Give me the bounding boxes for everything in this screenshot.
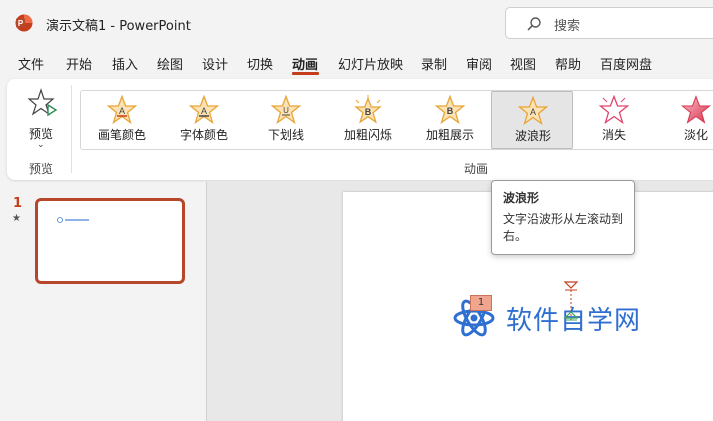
group-divider bbox=[71, 85, 72, 173]
search-box[interactable]: 搜索 bbox=[505, 7, 713, 39]
slide-thumbnail[interactable] bbox=[35, 198, 185, 284]
search-icon bbox=[527, 17, 541, 31]
tab-review[interactable]: 审阅 bbox=[466, 54, 492, 73]
tab-file[interactable]: 文件 bbox=[18, 54, 44, 73]
tab-record[interactable]: 录制 bbox=[421, 54, 447, 73]
chevron-down-icon[interactable]: ⌄ bbox=[37, 140, 45, 150]
motion-path-marker-icon bbox=[563, 281, 579, 321]
fade-star-icon bbox=[681, 95, 711, 124]
animation-label: 加粗展示 bbox=[425, 128, 474, 142]
disappear-star-icon bbox=[599, 95, 629, 125]
animation-group-label: 动画 bbox=[464, 162, 489, 176]
animation-bold-flash[interactable]: B 加粗闪烁 bbox=[327, 91, 409, 149]
svg-text:A: A bbox=[530, 107, 536, 117]
svg-text:A: A bbox=[119, 106, 125, 116]
tab-draw[interactable]: 绘图 bbox=[157, 54, 183, 73]
svg-text:U: U bbox=[283, 106, 289, 115]
tab-insert[interactable]: 插入 bbox=[112, 54, 138, 73]
tooltip-description: 文字沿波形从左滚动到右。 bbox=[503, 212, 624, 243]
svg-text:A: A bbox=[201, 106, 207, 116]
animation-font-color[interactable]: A 字体颜色 bbox=[163, 91, 245, 149]
animation-order-tag[interactable]: 1 bbox=[470, 295, 492, 311]
animation-label: 字体颜色 bbox=[179, 128, 228, 142]
animation-pen-color[interactable]: A 画笔颜色 bbox=[81, 91, 163, 149]
ribbon-tabs: 文件 开始 插入 绘图 设计 切换 动画 幻灯片放映 录制 审阅 视图 帮助 百… bbox=[0, 50, 713, 76]
slide-number: 1 bbox=[13, 196, 23, 211]
tab-transitions[interactable]: 切换 bbox=[247, 54, 273, 73]
animation-label: 淡化 bbox=[683, 128, 708, 142]
bold-reveal-star-icon: B bbox=[435, 95, 465, 125]
preview-group-label: 预览 bbox=[29, 162, 54, 176]
document-title: 演示文稿1 - PowerPoint bbox=[46, 19, 191, 34]
slide-thumbnail-pane: 1 ★ bbox=[0, 182, 206, 421]
thumbnail-logo-icon bbox=[57, 217, 89, 223]
animation-gallery: A 画笔颜色 A 字体颜色 U 下划线 B 加粗闪烁 B 加粗展示 A 波浪形 … bbox=[80, 90, 713, 150]
animation-tooltip: 波浪形 文字沿波形从左滚动到右。 bbox=[491, 180, 635, 255]
bold-flash-star-icon: B bbox=[354, 95, 382, 124]
svg-text:B: B bbox=[365, 107, 372, 117]
svg-text:B: B bbox=[447, 106, 454, 116]
tab-home[interactable]: 开始 bbox=[66, 54, 92, 73]
tab-animations[interactable]: 动画 bbox=[292, 54, 318, 73]
title-bar: P 演示文稿1 - PowerPoint 搜索 bbox=[0, 0, 713, 46]
animation-underline[interactable]: U 下划线 bbox=[245, 91, 327, 149]
animation-star-icon: ★ bbox=[12, 213, 21, 224]
preview-button[interactable]: 预览 ⌄ bbox=[18, 85, 64, 151]
animations-ribbon: 预览 ⌄ 预览 A 画笔颜色 A 字体颜色 U 下划线 B 加粗闪烁 B 加粗展… bbox=[7, 79, 713, 180]
wave-star-icon: A bbox=[518, 96, 548, 126]
animation-fade[interactable]: 淡化 bbox=[655, 91, 713, 149]
tab-baidu-netdisk[interactable]: 百度网盘 bbox=[600, 54, 652, 73]
tab-slideshow[interactable]: 幻灯片放映 bbox=[338, 54, 403, 73]
underline-star-icon: U bbox=[271, 95, 301, 125]
animation-disappear[interactable]: 消失 bbox=[573, 91, 655, 149]
svg-text:P: P bbox=[18, 19, 24, 28]
animation-label: 画笔颜色 bbox=[97, 128, 146, 142]
animation-label: 下划线 bbox=[267, 128, 304, 142]
preview-star-icon bbox=[28, 88, 58, 117]
pen-color-star-icon: A bbox=[107, 95, 137, 125]
tab-design[interactable]: 设计 bbox=[202, 54, 228, 73]
animation-wave[interactable]: A 波浪形 bbox=[491, 91, 573, 149]
search-placeholder: 搜索 bbox=[554, 19, 581, 34]
animation-label: 消失 bbox=[601, 128, 626, 142]
powerpoint-logo-icon: P bbox=[15, 14, 33, 32]
font-color-star-icon: A bbox=[189, 95, 219, 125]
animation-label: 波浪形 bbox=[514, 129, 551, 143]
active-tab-indicator bbox=[292, 72, 319, 75]
animation-bold-reveal[interactable]: B 加粗展示 bbox=[409, 91, 491, 149]
tab-view[interactable]: 视图 bbox=[510, 54, 536, 73]
animation-label: 加粗闪烁 bbox=[343, 128, 392, 142]
tab-help[interactable]: 帮助 bbox=[555, 54, 581, 73]
tooltip-title: 波浪形 bbox=[503, 191, 540, 205]
